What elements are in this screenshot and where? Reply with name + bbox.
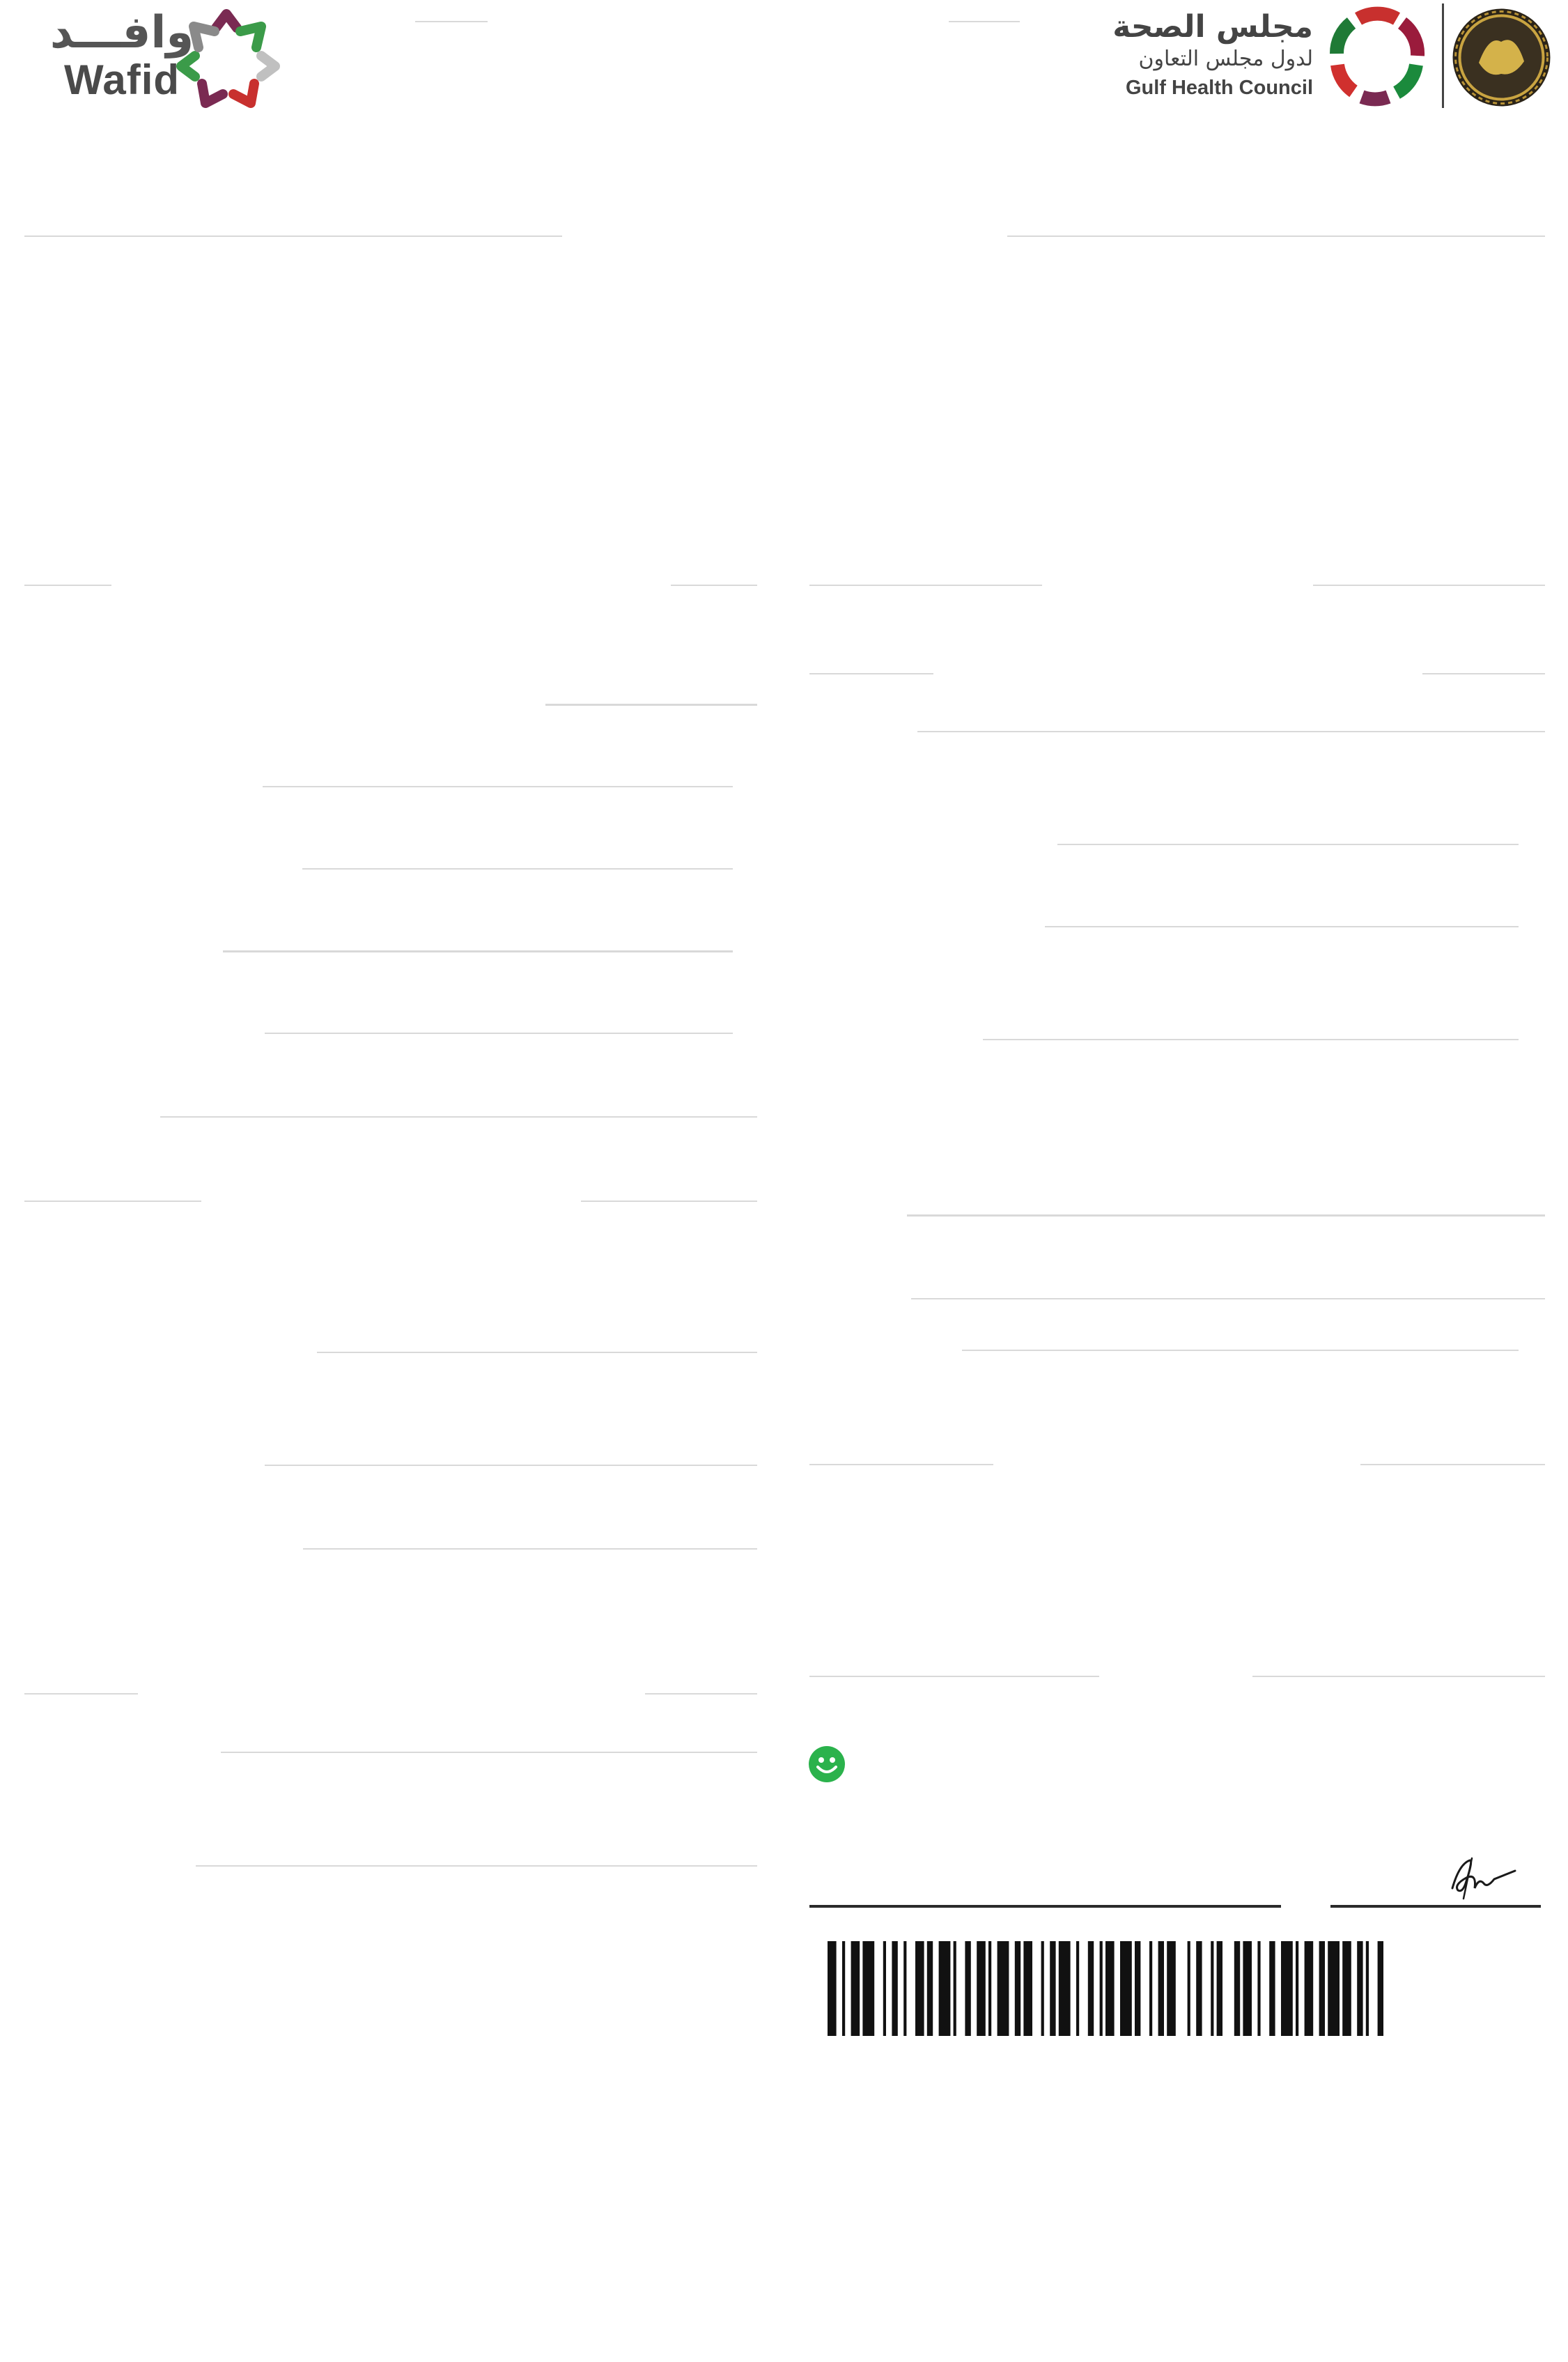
barcode-bar	[862, 1941, 875, 2036]
divider	[1313, 585, 1545, 586]
barcode-bar	[953, 1941, 956, 2036]
barcode-bar	[1187, 1941, 1190, 2036]
divider	[809, 1464, 993, 1465]
logo-separator	[1442, 3, 1444, 108]
divider	[24, 236, 562, 237]
divider	[317, 1352, 757, 1353]
divider	[1057, 844, 1519, 845]
divider	[911, 1298, 1545, 1299]
barcode-bar	[1342, 1941, 1351, 2036]
barcode-bar	[1120, 1941, 1132, 2036]
barcode-bar	[1041, 1941, 1044, 2036]
ghc-logo-english: Gulf Health Council	[1125, 77, 1313, 99]
divider	[907, 1214, 1545, 1217]
divider	[263, 786, 733, 787]
divider	[415, 21, 488, 22]
barcode-bar	[1149, 1941, 1153, 2036]
barcode-bar	[1216, 1941, 1222, 2036]
barcode-bar	[1304, 1941, 1314, 2036]
barcode-bar	[1135, 1941, 1141, 2036]
barcode-bar	[892, 1941, 898, 2036]
barcode-bar	[1319, 1941, 1325, 2036]
divider	[24, 1693, 138, 1695]
gcc-flags-ring-icon	[1330, 6, 1425, 107]
divider	[223, 950, 733, 952]
divider	[24, 1201, 201, 1202]
divider	[265, 1033, 733, 1034]
barcode-bar	[965, 1941, 971, 2036]
barcode-bar	[938, 1941, 951, 2036]
signature-icon	[1451, 1857, 1516, 1900]
barcode-bar	[1050, 1941, 1056, 2036]
ghc-logo-arabic-title: مجلس الصحة	[1112, 9, 1313, 45]
divider	[221, 1752, 757, 1753]
barcode-bar	[1243, 1941, 1252, 2036]
barcode-bar	[977, 1941, 986, 2036]
wafid-logo: وافـــد Wafid	[38, 7, 282, 111]
barcode-bar	[1099, 1941, 1103, 2036]
barcode-bar	[1357, 1941, 1363, 2036]
divider	[303, 1548, 757, 1550]
barcode-bar	[903, 1941, 907, 2036]
barcode-bar	[915, 1941, 924, 2036]
barcode-bar	[1211, 1941, 1214, 2036]
barcode-bar	[1281, 1941, 1293, 2036]
barcode-bar	[1023, 1941, 1032, 2036]
smiley-icon	[809, 1746, 845, 1782]
barcode-bar	[1377, 1941, 1383, 2036]
barcode-bar	[1257, 1941, 1261, 2036]
barcode-bar	[1196, 1941, 1202, 2036]
wafid-star-icon	[176, 9, 280, 108]
barcode-bar	[851, 1941, 860, 2036]
barcode-bar	[1087, 1941, 1094, 2036]
barcode-icon	[828, 1941, 1383, 2036]
divider	[809, 1676, 1099, 1677]
divider	[949, 21, 1020, 22]
barcode-bar	[1158, 1941, 1164, 2036]
ghc-logo-arabic-subtitle: لدول مجلس التعاون	[1138, 47, 1313, 71]
divider	[917, 731, 1545, 732]
divider	[645, 1693, 757, 1695]
divider	[302, 868, 733, 870]
divider	[1360, 1464, 1545, 1465]
barcode-bar	[1328, 1941, 1340, 2036]
divider	[1045, 926, 1519, 927]
divider	[983, 1039, 1519, 1040]
divider	[671, 585, 757, 586]
barcode-bar	[988, 1941, 992, 2036]
divider	[1422, 673, 1545, 674]
divider	[265, 1465, 757, 1466]
barcode-bar	[1167, 1941, 1176, 2036]
barcode-bar	[997, 1941, 1009, 2036]
divider	[1007, 236, 1545, 237]
divider	[809, 673, 933, 674]
barcode-bar	[842, 1941, 846, 2036]
divider	[545, 704, 757, 706]
divider	[1252, 1676, 1545, 1677]
divider	[160, 1116, 757, 1118]
divider	[581, 1201, 757, 1202]
divider	[196, 1865, 757, 1867]
barcode-bar	[1234, 1941, 1241, 2036]
barcode-bar	[1105, 1941, 1115, 2036]
ghc-logo: مجلس الصحة لدول مجلس التعاون Gulf Health…	[1087, 3, 1560, 108]
barcode-bar	[926, 1941, 933, 2036]
divider	[809, 585, 1042, 586]
gcc-emblem-icon	[1452, 8, 1551, 107]
barcode-bar	[883, 1941, 886, 2036]
barcode-bar	[1296, 1941, 1299, 2036]
signature-line-left	[809, 1905, 1281, 1908]
barcode-bar	[1269, 1941, 1275, 2036]
barcode-bar	[1058, 1941, 1071, 2036]
divider	[962, 1350, 1519, 1351]
barcode-bar	[828, 1941, 837, 2036]
barcode-bar	[1365, 1941, 1369, 2036]
divider	[24, 585, 111, 586]
barcode-bar	[1014, 1941, 1021, 2036]
barcode-bar	[1076, 1941, 1080, 2036]
